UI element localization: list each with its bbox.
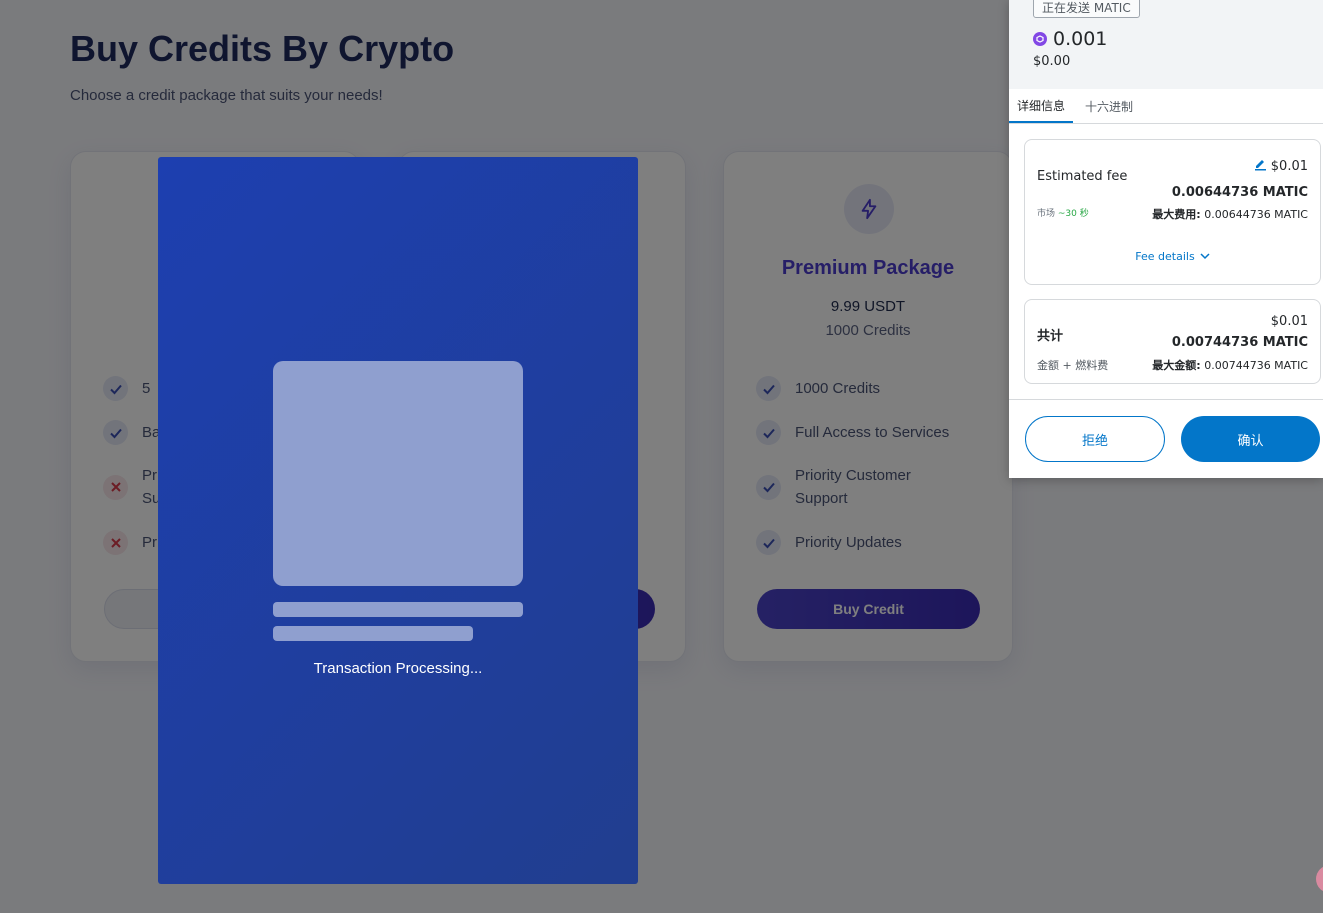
tab-hex-data[interactable]: 十六进制 — [1081, 89, 1137, 123]
estimated-fee-usd-row: $0.01 — [1254, 158, 1308, 175]
fee-details-link[interactable]: Fee details — [1025, 250, 1320, 263]
estimated-fee-amount: 0.00644736 MATIC — [1171, 185, 1308, 200]
transaction-processing-modal: Transaction Processing... — [158, 157, 638, 884]
footer-divider — [1009, 399, 1323, 400]
max-total-value: 0.00744736 MATIC — [1204, 359, 1308, 372]
max-fee-row: 最大费用: 0.00644736 MATIC — [1152, 206, 1308, 222]
processing-status-text: Transaction Processing... — [313, 660, 483, 677]
wallet-tabs: 详细信息 十六进制 — [1009, 89, 1323, 124]
max-fee-value: 0.00644736 MATIC — [1204, 208, 1308, 221]
total-label: 共计 — [1037, 329, 1064, 344]
total-box: 共计 $0.01 0.00744736 MATIC 金额 + 燃料费 最大金额:… — [1024, 299, 1321, 384]
estimated-fee-usd: $0.01 — [1270, 159, 1308, 174]
send-amount: 0.001 — [1053, 28, 1108, 50]
edit-fee-icon[interactable] — [1254, 158, 1267, 175]
total-amount: 0.00744736 MATIC — [1171, 335, 1308, 350]
fee-market-label: 市场 — [1037, 209, 1056, 219]
confirm-button[interactable]: 确认 — [1181, 416, 1320, 462]
fee-market-speed: 市场 ~30 秒 — [1037, 206, 1089, 219]
max-total-label: 最大金额: — [1152, 359, 1201, 372]
wallet-header: 正在发送 MATIC 0.001 $0.00 — [1009, 0, 1323, 89]
chevron-down-icon — [1200, 250, 1210, 263]
loading-skeleton-image — [273, 361, 523, 586]
fee-market-time: ~30 秒 — [1057, 209, 1089, 219]
max-total-row: 最大金额: 0.00744736 MATIC — [1152, 357, 1308, 373]
total-usd: $0.01 — [1270, 314, 1308, 329]
loading-skeleton-line — [273, 602, 523, 617]
matic-token-icon — [1033, 32, 1047, 46]
fee-details-label: Fee details — [1135, 250, 1195, 263]
send-amount-row: 0.001 — [1033, 28, 1107, 50]
reject-button[interactable]: 拒绝 — [1025, 416, 1165, 462]
loading-skeleton-line — [273, 626, 473, 641]
estimated-fee-label: Estimated fee — [1037, 169, 1128, 184]
estimated-fee-box: Estimated fee $0.01 0.00644736 MATIC 市场 … — [1024, 139, 1321, 285]
wallet-confirmation-popup: 正在发送 MATIC 0.001 $0.00 详细信息 十六进制 Estimat… — [1009, 0, 1323, 478]
total-subtitle: 金额 + 燃料费 — [1037, 359, 1109, 372]
max-fee-label: 最大费用: — [1152, 208, 1201, 221]
send-type-badge: 正在发送 MATIC — [1033, 0, 1140, 18]
send-amount-usd: $0.00 — [1033, 54, 1071, 69]
tab-details[interactable]: 详细信息 — [1009, 89, 1073, 123]
